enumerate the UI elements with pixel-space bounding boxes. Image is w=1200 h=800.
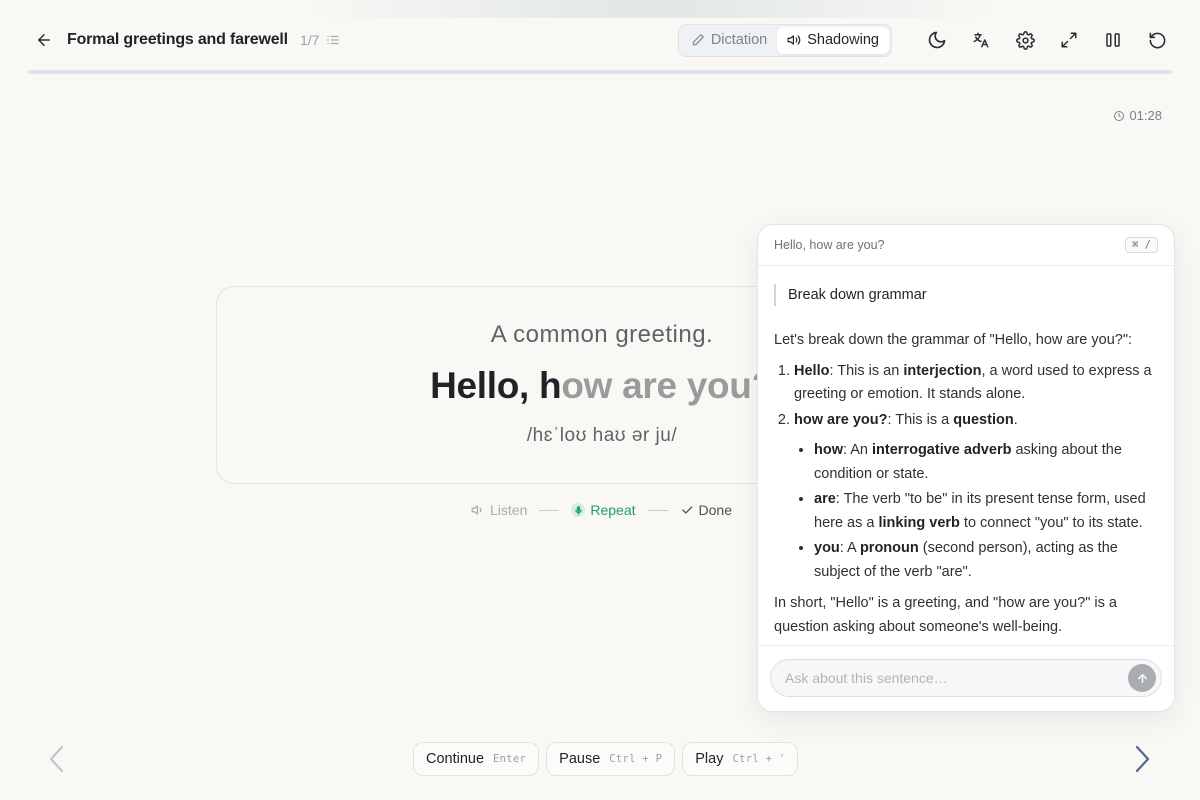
sentence-remaining-part: ow are you? [561, 365, 774, 406]
pause-shortcut: Ctrl + P [609, 753, 663, 765]
grammar-list: Hello: This is an interjection, a word u… [774, 360, 1158, 585]
sentence-typed-part: Hello, h [430, 365, 562, 406]
speaker-icon [471, 505, 482, 515]
lesson-progress-bar [28, 70, 1172, 74]
step-listen-label: Listen [490, 502, 528, 518]
send-button[interactable] [1128, 664, 1156, 692]
fullscreen-button[interactable] [1054, 25, 1084, 55]
play-shortcut: Ctrl + ' [732, 753, 786, 765]
moon-icon [928, 31, 946, 49]
list-item: you: A pronoun (second person), acting a… [814, 537, 1158, 584]
next-sentence-button[interactable] [1125, 742, 1159, 776]
user-prompt: Break down grammar [774, 284, 1158, 306]
shadowing-label: Shadowing [807, 32, 879, 48]
mode-switch: Dictation Shadowing [677, 23, 892, 57]
ai-assistant-panel: Hello, how are you? ⌘ / Break down gramm… [757, 224, 1175, 712]
lesson-title: Formal greetings and farewell [67, 31, 288, 48]
continue-button[interactable]: Continue Enter [413, 742, 540, 776]
ask-input[interactable] [770, 659, 1162, 697]
layout-toggle-button[interactable] [1098, 25, 1128, 55]
grammar-sublist: how: An interrogative adverb asking abou… [794, 439, 1158, 584]
columns-icon [1106, 33, 1120, 47]
chevron-left-icon [49, 745, 64, 773]
speaker-icon [787, 35, 801, 45]
sentence-card: A common greeting. Hello, how are you? /… [216, 286, 786, 484]
expand-icon [1061, 32, 1077, 48]
answer-summary: In short, "Hello" is a greeting, and "ho… [774, 595, 1117, 635]
panel-shortcut-badge: ⌘ / [1125, 237, 1158, 253]
pause-button[interactable]: Pause Ctrl + P [546, 742, 676, 776]
chevron-right-icon [1135, 745, 1150, 773]
list-item: are: The verb "to be" in its present ten… [814, 488, 1158, 535]
answer-intro: Let's break down the grammar of "Hello, … [774, 332, 1133, 348]
top-glow-decoration [300, 0, 1000, 18]
continue-shortcut: Enter [493, 753, 527, 765]
step-done[interactable]: Done [680, 502, 732, 518]
step-done-label: Done [698, 502, 732, 518]
clock-icon [1114, 110, 1125, 121]
play-button[interactable]: Play Ctrl + ' [682, 742, 799, 776]
step-connector [539, 509, 560, 511]
back-button[interactable] [29, 25, 59, 55]
microphone-icon [571, 503, 586, 517]
settings-button[interactable] [1010, 25, 1040, 55]
play-label: Play [695, 751, 724, 767]
restart-button[interactable] [1142, 25, 1172, 55]
check-icon [681, 506, 692, 514]
panel-input-area [758, 645, 1174, 711]
session-timer: 01:28 [1113, 108, 1162, 123]
step-repeat-label: Repeat [590, 502, 636, 518]
panel-header: Hello, how are you? ⌘ / [758, 225, 1174, 266]
practice-steps: Listen Repeat Done [471, 502, 732, 518]
step-connector [647, 509, 668, 511]
list-item: how are you?: This is a question. how: A… [794, 409, 1158, 585]
restart-icon [1149, 32, 1165, 48]
back-arrow-icon [38, 34, 50, 46]
sentence-list-button[interactable] [326, 33, 340, 47]
step-listen[interactable]: Listen [471, 502, 527, 518]
previous-sentence-button[interactable] [40, 742, 74, 776]
panel-sentence: Hello, how are you? [774, 238, 885, 252]
translate-icon [973, 32, 989, 48]
top-bar: Formal greetings and farewell 1/7 Dictat… [28, 22, 1172, 58]
gear-icon [1015, 30, 1035, 50]
dark-mode-button[interactable] [922, 25, 952, 55]
panel-conversation: Break down grammar Let's break down the … [758, 266, 1174, 639]
list-icon [327, 35, 340, 45]
continue-label: Continue [426, 751, 485, 767]
dictation-label: Dictation [710, 32, 768, 48]
timer-value: 01:28 [1129, 108, 1162, 123]
pause-label: Pause [559, 751, 601, 767]
playback-controls: Continue Enter Pause Ctrl + P Play Ctrl … [413, 742, 799, 776]
dictation-mode-button[interactable]: Dictation [681, 27, 777, 54]
shadowing-mode-button[interactable]: Shadowing [777, 26, 889, 54]
list-item: how: An interrogative adverb asking abou… [814, 439, 1158, 486]
translate-button[interactable] [966, 25, 996, 55]
arrow-up-icon [1137, 673, 1147, 683]
sentence-counter: 1/7 [299, 32, 320, 48]
step-repeat[interactable]: Repeat [571, 502, 636, 518]
pencil-icon [692, 34, 704, 46]
list-item: Hello: This is an interjection, a word u… [794, 360, 1158, 407]
